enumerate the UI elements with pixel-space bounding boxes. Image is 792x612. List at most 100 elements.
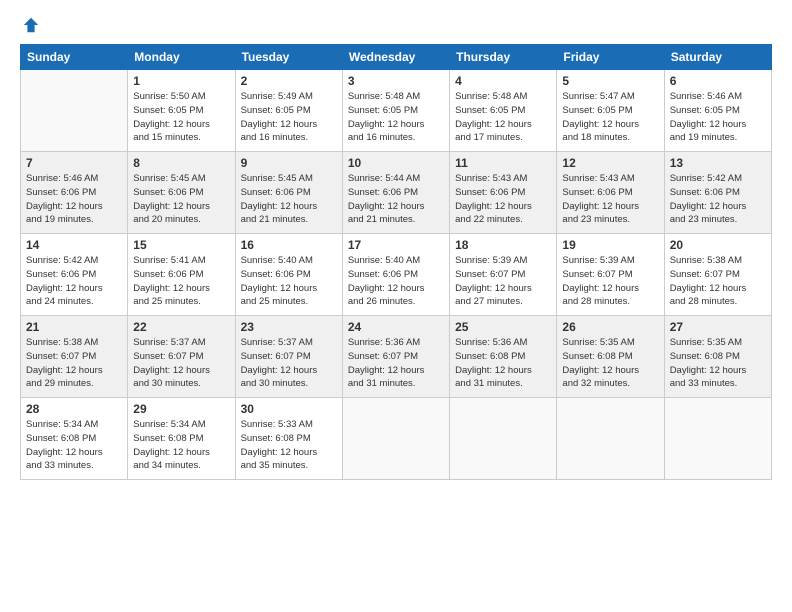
day-info: Sunrise: 5:41 AM Sunset: 6:06 PM Dayligh… (133, 254, 229, 309)
day-info: Sunrise: 5:50 AM Sunset: 6:05 PM Dayligh… (133, 90, 229, 145)
day-number: 7 (26, 156, 122, 170)
day-info: Sunrise: 5:42 AM Sunset: 6:06 PM Dayligh… (26, 254, 122, 309)
day-number: 14 (26, 238, 122, 252)
calendar-cell (342, 398, 449, 480)
day-info: Sunrise: 5:43 AM Sunset: 6:06 PM Dayligh… (455, 172, 551, 227)
day-info: Sunrise: 5:39 AM Sunset: 6:07 PM Dayligh… (562, 254, 658, 309)
day-info: Sunrise: 5:48 AM Sunset: 6:05 PM Dayligh… (455, 90, 551, 145)
day-number: 2 (241, 74, 337, 88)
calendar-week-row: 21Sunrise: 5:38 AM Sunset: 6:07 PM Dayli… (21, 316, 772, 398)
day-info: Sunrise: 5:47 AM Sunset: 6:05 PM Dayligh… (562, 90, 658, 145)
logo-icon (22, 16, 40, 34)
calendar-cell: 6 Sunrise: 5:46 AM Sunset: 6:05 PM Daylig… (664, 70, 771, 152)
day-info: Sunrise: 5:42 AM Sunset: 6:06 PM Dayligh… (670, 172, 766, 227)
calendar-cell: 21Sunrise: 5:38 AM Sunset: 6:07 PM Dayli… (21, 316, 128, 398)
day-info: Sunrise: 5:48 AM Sunset: 6:05 PM Dayligh… (348, 90, 444, 145)
calendar-cell: 9 Sunrise: 5:45 AM Sunset: 6:06 PM Daylig… (235, 152, 342, 234)
day-info: Sunrise: 5:45 AM Sunset: 6:06 PM Dayligh… (133, 172, 229, 227)
logo (20, 16, 40, 34)
day-info: Sunrise: 5:35 AM Sunset: 6:08 PM Dayligh… (670, 336, 766, 391)
day-info: Sunrise: 5:49 AM Sunset: 6:05 PM Dayligh… (241, 90, 337, 145)
weekday-header-saturday: Saturday (664, 45, 771, 70)
day-info: Sunrise: 5:39 AM Sunset: 6:07 PM Dayligh… (455, 254, 551, 309)
day-number: 29 (133, 402, 229, 416)
calendar-cell: 22 Sunrise: 5:37 AM Sunset: 6:07 PM Dayli… (128, 316, 235, 398)
calendar-cell: 2 Sunrise: 5:49 AM Sunset: 6:05 PM Daylig… (235, 70, 342, 152)
day-number: 16 (241, 238, 337, 252)
day-number: 13 (670, 156, 766, 170)
day-number: 11 (455, 156, 551, 170)
calendar-cell: 28 Sunrise: 5:34 AM Sunset: 6:08 PM Dayli… (21, 398, 128, 480)
day-info: Sunrise: 5:40 AM Sunset: 6:06 PM Dayligh… (241, 254, 337, 309)
day-number: 22 (133, 320, 229, 334)
day-info: Sunrise: 5:34 AM Sunset: 6:08 PM Dayligh… (133, 418, 229, 473)
day-info: Sunrise: 5:36 AM Sunset: 6:08 PM Dayligh… (455, 336, 551, 391)
day-info: Sunrise: 5:46 AM Sunset: 6:06 PM Dayligh… (26, 172, 122, 227)
day-info: Sunrise: 5:44 AM Sunset: 6:06 PM Dayligh… (348, 172, 444, 227)
day-info: Sunrise: 5:34 AM Sunset: 6:08 PM Dayligh… (26, 418, 122, 473)
day-number: 10 (348, 156, 444, 170)
day-info: Sunrise: 5:37 AM Sunset: 6:07 PM Dayligh… (133, 336, 229, 391)
day-number: 17 (348, 238, 444, 252)
calendar-table: SundayMondayTuesdayWednesdayThursdayFrid… (20, 44, 772, 480)
day-number: 18 (455, 238, 551, 252)
day-number: 1 (133, 74, 229, 88)
calendar-cell: 29 Sunrise: 5:34 AM Sunset: 6:08 PM Dayli… (128, 398, 235, 480)
day-number: 26 (562, 320, 658, 334)
calendar-cell: 8 Sunrise: 5:45 AM Sunset: 6:06 PM Daylig… (128, 152, 235, 234)
day-number: 21 (26, 320, 122, 334)
day-number: 20 (670, 238, 766, 252)
day-info: Sunrise: 5:40 AM Sunset: 6:06 PM Dayligh… (348, 254, 444, 309)
calendar-cell: 16 Sunrise: 5:40 AM Sunset: 6:06 PM Dayli… (235, 234, 342, 316)
calendar-cell: 7 Sunrise: 5:46 AM Sunset: 6:06 PM Daylig… (21, 152, 128, 234)
calendar-cell: 4 Sunrise: 5:48 AM Sunset: 6:05 PM Daylig… (450, 70, 557, 152)
day-info: Sunrise: 5:33 AM Sunset: 6:08 PM Dayligh… (241, 418, 337, 473)
day-number: 6 (670, 74, 766, 88)
calendar-week-row: 1 Sunrise: 5:50 AM Sunset: 6:05 PM Daylig… (21, 70, 772, 152)
day-number: 4 (455, 74, 551, 88)
weekday-header-sunday: Sunday (21, 45, 128, 70)
calendar-cell: 1 Sunrise: 5:50 AM Sunset: 6:05 PM Daylig… (128, 70, 235, 152)
calendar-cell: 17 Sunrise: 5:40 AM Sunset: 6:06 PM Dayli… (342, 234, 449, 316)
calendar-cell: 20 Sunrise: 5:38 AM Sunset: 6:07 PM Dayli… (664, 234, 771, 316)
day-number: 28 (26, 402, 122, 416)
calendar-cell: 13 Sunrise: 5:42 AM Sunset: 6:06 PM Dayli… (664, 152, 771, 234)
calendar-cell: 23 Sunrise: 5:37 AM Sunset: 6:07 PM Dayli… (235, 316, 342, 398)
weekday-header-wednesday: Wednesday (342, 45, 449, 70)
calendar-cell: 27 Sunrise: 5:35 AM Sunset: 6:08 PM Dayli… (664, 316, 771, 398)
weekday-header-tuesday: Tuesday (235, 45, 342, 70)
day-info: Sunrise: 5:45 AM Sunset: 6:06 PM Dayligh… (241, 172, 337, 227)
calendar-cell: 14 Sunrise: 5:42 AM Sunset: 6:06 PM Dayli… (21, 234, 128, 316)
day-number: 24 (348, 320, 444, 334)
day-number: 12 (562, 156, 658, 170)
calendar-cell: 30 Sunrise: 5:33 AM Sunset: 6:08 PM Dayli… (235, 398, 342, 480)
day-number: 9 (241, 156, 337, 170)
calendar-cell (557, 398, 664, 480)
day-number: 19 (562, 238, 658, 252)
weekday-header-friday: Friday (557, 45, 664, 70)
day-number: 8 (133, 156, 229, 170)
day-info: Sunrise: 5:36 AM Sunset: 6:07 PM Dayligh… (348, 336, 444, 391)
weekday-header-thursday: Thursday (450, 45, 557, 70)
calendar-cell: 19 Sunrise: 5:39 AM Sunset: 6:07 PM Dayli… (557, 234, 664, 316)
day-number: 15 (133, 238, 229, 252)
weekday-header-monday: Monday (128, 45, 235, 70)
page: SundayMondayTuesdayWednesdayThursdayFrid… (0, 0, 792, 612)
day-number: 30 (241, 402, 337, 416)
day-number: 3 (348, 74, 444, 88)
calendar-cell (450, 398, 557, 480)
day-number: 27 (670, 320, 766, 334)
calendar-week-row: 28 Sunrise: 5:34 AM Sunset: 6:08 PM Dayli… (21, 398, 772, 480)
calendar-cell: 25 Sunrise: 5:36 AM Sunset: 6:08 PM Dayli… (450, 316, 557, 398)
day-info: Sunrise: 5:37 AM Sunset: 6:07 PM Dayligh… (241, 336, 337, 391)
calendar-cell: 11 Sunrise: 5:43 AM Sunset: 6:06 PM Dayli… (450, 152, 557, 234)
calendar-week-row: 7 Sunrise: 5:46 AM Sunset: 6:06 PM Daylig… (21, 152, 772, 234)
day-number: 23 (241, 320, 337, 334)
day-info: Sunrise: 5:46 AM Sunset: 6:05 PM Dayligh… (670, 90, 766, 145)
calendar-cell (21, 70, 128, 152)
calendar-cell: 10 Sunrise: 5:44 AM Sunset: 6:06 PM Dayli… (342, 152, 449, 234)
day-number: 25 (455, 320, 551, 334)
day-info: Sunrise: 5:38 AM Sunset: 6:07 PM Dayligh… (670, 254, 766, 309)
day-info: Sunrise: 5:43 AM Sunset: 6:06 PM Dayligh… (562, 172, 658, 227)
day-number: 5 (562, 74, 658, 88)
